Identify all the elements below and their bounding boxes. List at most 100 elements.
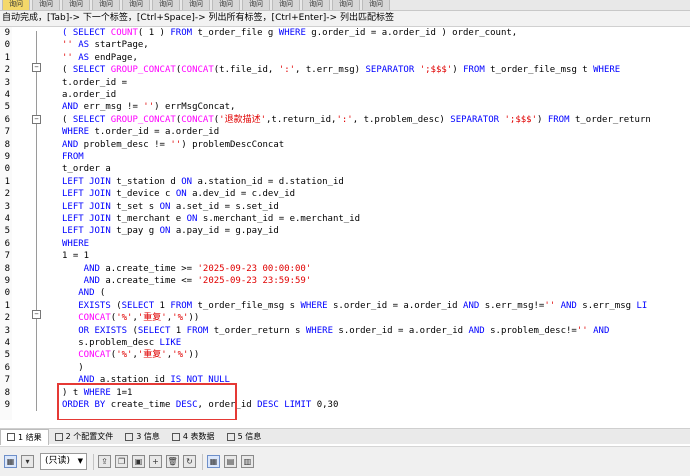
code-line: 6 WHERE [0, 238, 690, 251]
code-text: t_order a [62, 164, 111, 175]
code-line: 6 ) [0, 362, 690, 375]
code-text: s.problem_desc LIKE [62, 338, 182, 348]
grid-view-icon[interactable]: ▦ [4, 455, 17, 468]
line-number: 3 [4, 201, 10, 212]
line-number: 0 [4, 288, 10, 299]
export-icon[interactable]: ⇪ [98, 455, 112, 468]
code-text: AND problem_desc != '') problemDescConca… [62, 139, 285, 150]
code-line: 7 1 = 1 [0, 250, 690, 263]
line-number: 4 [4, 214, 10, 224]
toolbar-divider [93, 453, 95, 470]
query-tab[interactable]: 询问 [152, 0, 180, 10]
code-text: t.order_id = [62, 77, 128, 88]
query-tab[interactable]: 询问 [122, 0, 150, 10]
code-text: '' AS startPage, [62, 40, 149, 51]
results-tab-label: 4 表数据 [182, 432, 215, 441]
query-tab[interactable]: 询问 [182, 0, 210, 10]
code-text: AND err_msg != '') errMsgConcat, [62, 102, 236, 113]
query-tab[interactable]: 询问 [92, 0, 120, 10]
form-layout-icon[interactable]: ▤ [224, 455, 238, 468]
line-number: 3 [4, 77, 10, 88]
text-layout-icon[interactable]: ▥ [241, 455, 255, 468]
copy-icon[interactable]: ❐ [115, 455, 129, 468]
results-tab[interactable]: 4 表数据 [166, 429, 221, 444]
code-text: LEFT JOIN t_pay g ON a.pay_id = g.pay_id [62, 226, 279, 237]
code-line: 4 a.order_id [0, 89, 690, 102]
readonly-mode-select[interactable]: (只读) ▼ [40, 453, 88, 470]
results-tab[interactable]: 2 个配置文件 [49, 429, 120, 444]
line-number: 5 [4, 226, 10, 237]
code-line: 3 LEFT JOIN t_set s ON a.set_id = s.set_i… [0, 201, 690, 214]
query-tab[interactable]: 询问 [332, 0, 360, 10]
code-line: 9 FROM [0, 151, 690, 164]
query-tab[interactable]: 询问 [242, 0, 270, 10]
line-number: 9 [4, 28, 10, 38]
code-line: 8 AND problem_desc != '') problemDescConc… [0, 139, 690, 152]
query-tab[interactable]: 询问 [212, 0, 240, 10]
query-tab-strip: 询问 询问 询问 询问 询问 询问 询问 询问 询问 询问 询问 询问 询问 [0, 0, 690, 11]
code-line: 6 ( SELECT GROUP_CONCAT(CONCAT('退款描述',t.r… [0, 114, 690, 127]
line-number: 9 [4, 400, 10, 410]
query-tab[interactable]: 询问 [32, 0, 60, 10]
line-number: 7 [4, 127, 10, 138]
dropdown-chevron-icon[interactable]: ▾ [21, 455, 34, 468]
code-line: 1 '' AS endPage, [0, 52, 690, 65]
line-number: 3 [4, 325, 10, 336]
code-text: CONCAT('%','重复','%')) [62, 313, 200, 324]
line-number: 7 [4, 251, 10, 262]
code-text: OR EXISTS (SELECT 1 FROM t_order_return … [62, 325, 610, 336]
query-tab[interactable]: 询问 [362, 0, 390, 10]
results-tab[interactable]: 3 信息 [119, 429, 166, 444]
results-tab-icon [226, 432, 235, 441]
line-number: 0 [4, 164, 10, 175]
line-number: 8 [4, 139, 10, 150]
delete-row-icon[interactable]: 🗑 [166, 455, 180, 468]
line-number: 7 [4, 375, 10, 386]
results-tab[interactable]: 5 信息 [221, 429, 268, 444]
chevron-down-icon: ▼ [77, 457, 84, 465]
autocomplete-hint: 自动完成，[Tab]-> 下一个标签，[Ctrl+Space]-> 列出所有标签… [0, 11, 690, 27]
query-tab[interactable]: 询问 [62, 0, 90, 10]
code-line: 4 s.problem_desc LIKE [0, 337, 690, 350]
refresh-icon[interactable]: ↻ [183, 455, 197, 468]
sql-editor[interactable]: − − − 9( SELECT COUNT( 1 ) FROM t_order_… [0, 27, 690, 420]
grid-layout-icon[interactable]: ▦ [207, 455, 221, 468]
code-text: '' AS endPage, [62, 52, 138, 63]
line-number: 1 [4, 176, 10, 187]
code-text: WHERE t.order_id = a.order_id [62, 127, 220, 138]
code-text: LEFT JOIN t_set s ON a.set_id = s.set_id [62, 201, 279, 212]
line-number: 2 [4, 189, 10, 200]
query-tab[interactable]: 询问 [302, 0, 330, 10]
line-number: 5 [4, 350, 10, 361]
code-line: 2 CONCAT('%','重复','%')) [0, 312, 690, 325]
line-number: 2 [4, 65, 10, 76]
code-line: 3 OR EXISTS (SELECT 1 FROM t_order_retur… [0, 325, 690, 338]
results-tab-icon [7, 433, 15, 441]
code-text: LEFT JOIN t_merchant e ON s.merchant_id … [62, 214, 361, 224]
readonly-mode-value: (只读) [45, 456, 71, 466]
code-text: WHERE [62, 238, 90, 249]
code-text: 1 = 1 [62, 251, 90, 262]
results-tab[interactable]: 1 结果 [0, 428, 49, 445]
code-text: FROM [62, 152, 84, 162]
code-line: 0 t_order a [0, 163, 690, 176]
results-tab-icon [171, 432, 180, 441]
results-tab-bar: 1 结果 2 个配置文件 3 信息 4 表数据 5 信息 [0, 428, 690, 445]
code-line: 2 LEFT JOIN t_device c ON a.dev_id = c.de… [0, 188, 690, 201]
line-number: 8 [4, 263, 10, 274]
toolbar-divider [202, 453, 204, 470]
code-line: 1 EXISTS (SELECT 1 FROM t_order_file_msg… [0, 300, 690, 313]
code-text: AND a.create_time >= '2025-09-23 00:00:0… [62, 263, 312, 274]
query-tab[interactable]: 询问 [2, 0, 30, 10]
code-line: 5 CONCAT('%','重复','%')) [0, 349, 690, 362]
line-number: 6 [4, 362, 10, 373]
line-number: 9 [4, 152, 10, 162]
code-line: 9 ( SELECT COUNT( 1 ) FROM t_order_file g… [0, 27, 690, 40]
result-toolbar: ▦ ▾ (只读) ▼ ⇪ ❐ ▣ + 🗑 ↻ ▦ ▤ ▥ [0, 446, 690, 476]
add-row-icon[interactable]: + [149, 455, 163, 468]
line-number: 8 [4, 387, 10, 398]
query-tab[interactable]: 询问 [272, 0, 300, 10]
code-text: a.order_id [62, 90, 117, 100]
save-icon[interactable]: ▣ [132, 455, 146, 468]
annotation-highlight-box [57, 383, 237, 420]
